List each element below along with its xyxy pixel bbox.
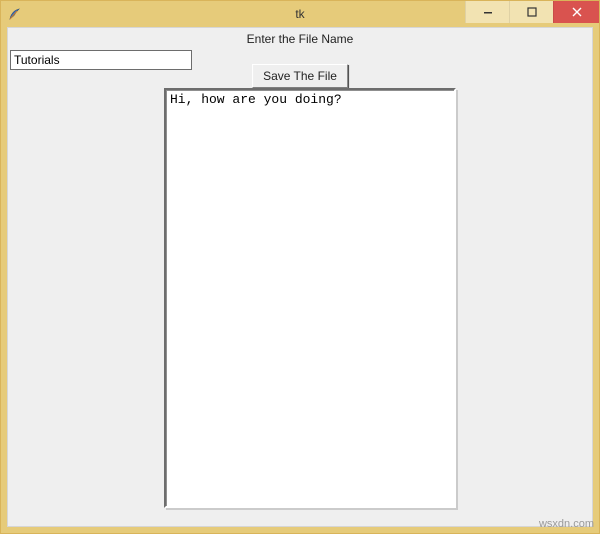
close-button[interactable]	[553, 1, 599, 23]
app-feather-icon	[7, 6, 23, 22]
file-content-textarea[interactable]	[164, 88, 456, 508]
watermark-text: wsxdn.com	[539, 518, 594, 530]
filename-prompt-label: Enter the File Name	[8, 28, 592, 46]
app-window: tk Enter the File Name Save The File	[0, 0, 600, 534]
window-controls	[465, 1, 599, 23]
filename-input[interactable]	[10, 50, 192, 70]
client-area: Enter the File Name Save The File	[7, 27, 593, 527]
titlebar: tk	[1, 1, 599, 27]
maximize-button[interactable]	[509, 1, 553, 23]
save-file-button[interactable]: Save The File	[252, 64, 348, 88]
minimize-button[interactable]	[465, 1, 509, 23]
